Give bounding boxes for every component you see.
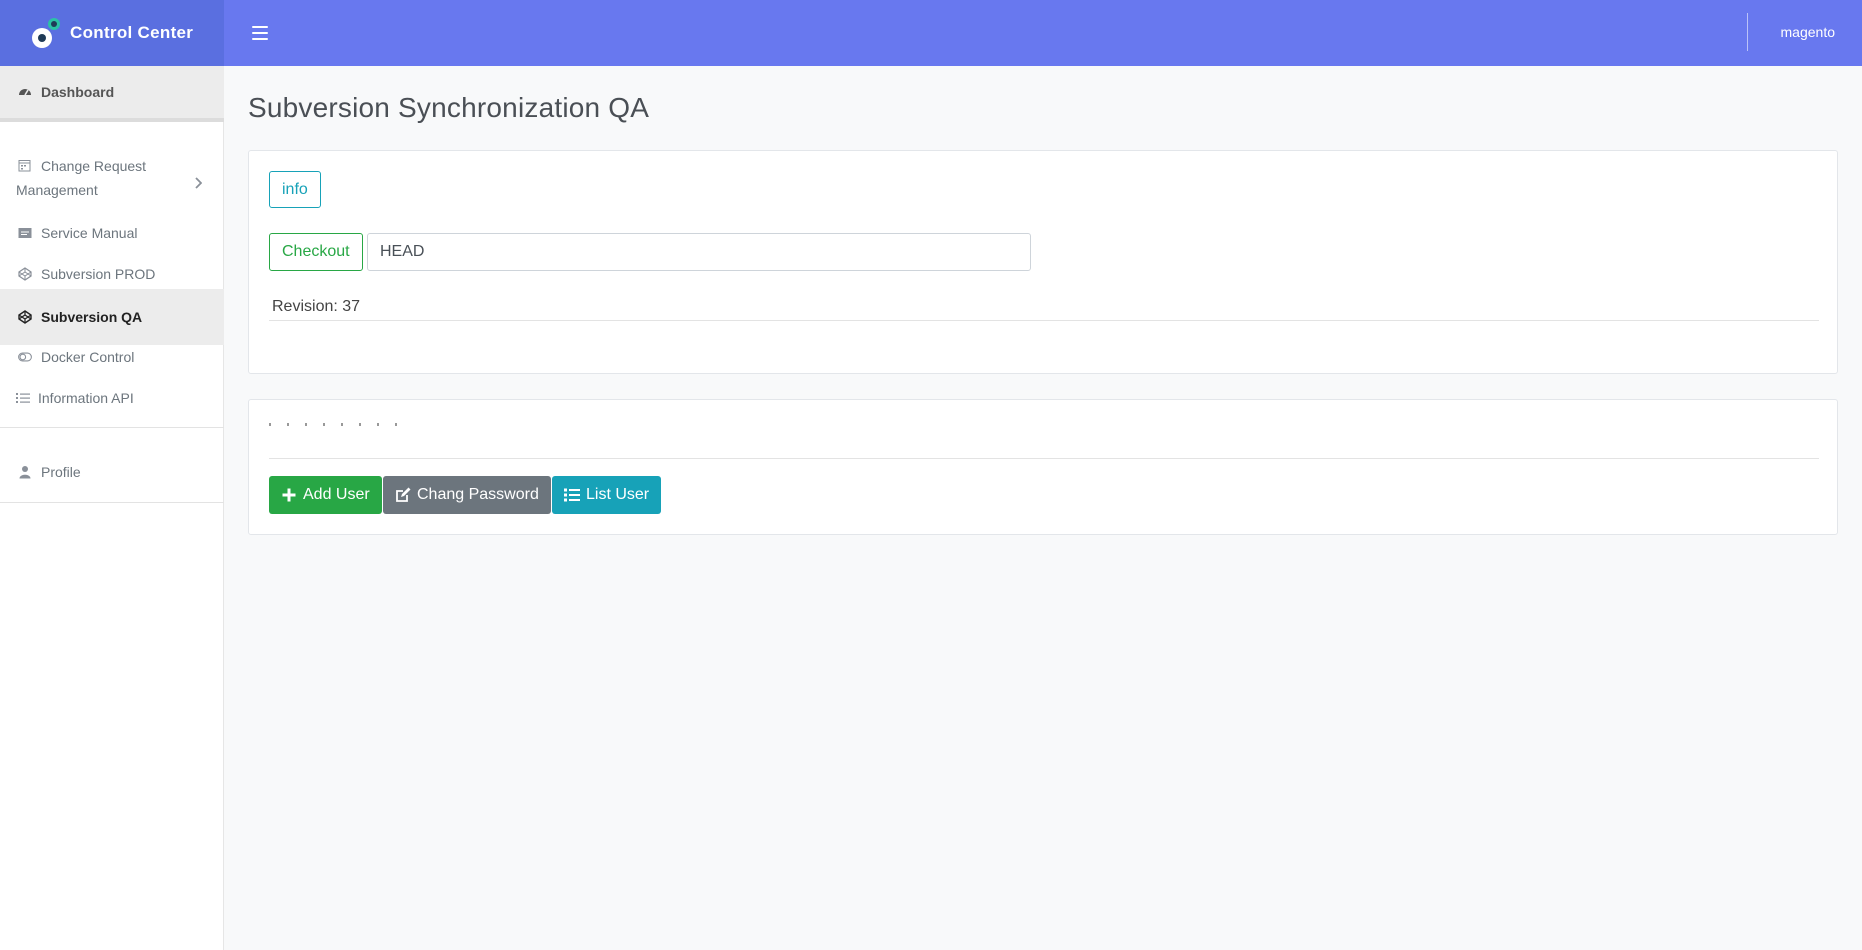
brand[interactable]: Control Center <box>0 0 224 66</box>
codepen-icon <box>18 267 32 281</box>
add-user-button[interactable]: Add User <box>269 476 382 514</box>
sidebar-item-label: Service Manual <box>41 225 138 241</box>
navbar: magento <box>224 0 1862 66</box>
button-label: Chang Password <box>417 486 539 503</box>
sidebar-item-change-request-management[interactable]: Change Request Management <box>0 158 224 204</box>
page-title: Subversion Synchronization QA <box>248 92 650 123</box>
checkout-button[interactable]: Checkout <box>269 233 363 271</box>
book-icon <box>18 226 32 240</box>
faint-text-artifact <box>269 420 449 426</box>
dashboard-gauge-icon <box>18 85 32 99</box>
sidebar-item-label: Information API <box>38 390 134 406</box>
sidebar: Dashboard Change Request Management Serv… <box>0 66 224 950</box>
menu-toggle-icon[interactable] <box>252 26 268 40</box>
divider <box>269 320 1819 321</box>
calendar-icon <box>18 159 32 173</box>
sidebar-divider <box>0 502 224 503</box>
chevron-right-icon <box>194 176 203 192</box>
sidebar-item-label: Docker Control <box>41 349 135 365</box>
toggle-icon <box>18 350 32 364</box>
list-icon <box>564 487 580 503</box>
sidebar-item-label: Dashboard <box>41 84 115 100</box>
user-icon <box>18 465 32 479</box>
list-user-button[interactable]: List User <box>552 476 662 514</box>
button-label: List User <box>586 486 650 503</box>
list-icon <box>16 391 30 405</box>
brand-logo-icon <box>30 16 60 50</box>
checkout-card: info Checkout Revision: 37 <box>248 150 1838 374</box>
sidebar-item-profile[interactable]: Profile <box>0 453 224 491</box>
user-menu[interactable]: magento <box>1781 24 1835 40</box>
change-password-button[interactable]: Chang Password <box>383 476 551 514</box>
sidebar-item-information-api[interactable]: Information API <box>0 379 224 417</box>
revision-input[interactable] <box>367 233 1031 271</box>
sidebar-divider <box>0 427 224 428</box>
sidebar-item-label: Profile <box>41 464 81 480</box>
sidebar-item-label: Subversion QA <box>41 309 143 325</box>
divider <box>269 458 1819 459</box>
sidebar-item-label-continued: Management <box>16 182 98 198</box>
button-label: Add User <box>303 486 370 503</box>
sidebar-item-docker-control[interactable]: Docker Control <box>0 338 224 376</box>
edit-icon <box>395 487 411 503</box>
revision-label: Revision: 37 <box>272 298 361 315</box>
sidebar-item-label: Subversion PROD <box>41 266 156 282</box>
sidebar-item-dashboard[interactable]: Dashboard <box>0 66 224 122</box>
codepen-icon <box>18 310 32 324</box>
navbar-divider <box>1747 13 1748 51</box>
sidebar-item-subversion-qa[interactable]: Subversion QA <box>0 289 224 345</box>
user-management-card: Add User Chang Password List User <box>248 399 1838 535</box>
plus-icon <box>281 487 297 503</box>
top-header: Control Center magento <box>0 0 1862 66</box>
info-button[interactable]: info <box>269 171 321 208</box>
sidebar-item-label: Change Request <box>41 158 147 174</box>
sidebar-item-subversion-prod[interactable]: Subversion PROD <box>0 255 224 293</box>
brand-title: Control Center <box>70 23 194 42</box>
sidebar-item-service-manual[interactable]: Service Manual <box>0 214 224 252</box>
